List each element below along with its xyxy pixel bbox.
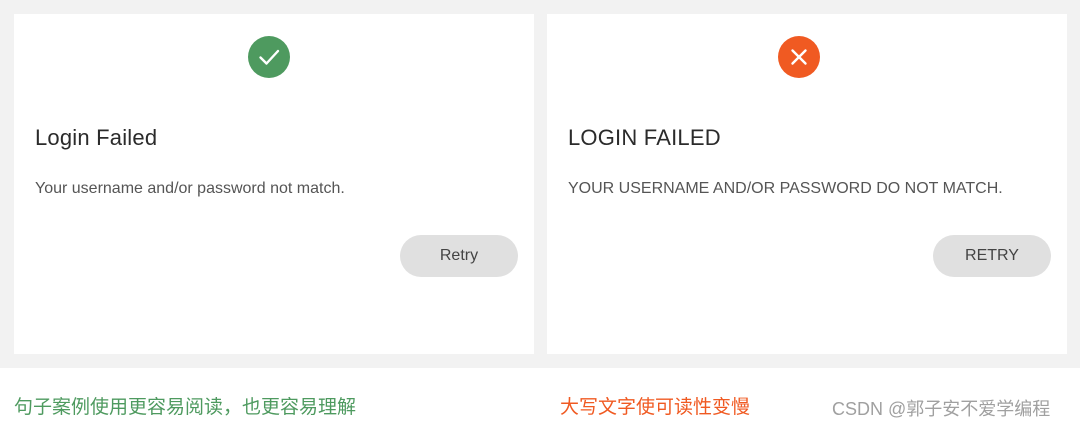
watermark: CSDN @郭子安不爱学编程 [832, 399, 1051, 419]
comparison-area: Login Failed Your username and/or passwo… [0, 0, 1080, 368]
close-icon [791, 49, 807, 65]
uppercase-caption: 大写文字使可读性变慢 [560, 397, 751, 418]
error-status-badge [778, 36, 820, 78]
card-message: Your username and/or password not match. [35, 180, 345, 197]
retry-button[interactable]: RETRY [933, 235, 1051, 277]
sentence-case-card: Login Failed Your username and/or passwo… [14, 14, 534, 354]
uppercase-card: LOGIN FAILED YOUR USERNAME AND/OR PASSWO… [547, 14, 1067, 354]
success-status-badge [248, 36, 290, 78]
card-title: Login Failed [35, 125, 158, 150]
card-message: YOUR USERNAME AND/OR PASSWORD DO NOT MAT… [568, 180, 1003, 197]
retry-button[interactable]: Retry [400, 235, 518, 277]
check-icon [259, 49, 280, 65]
sentence-case-caption: 句子案例使用更容易阅读，也更容易理解 [14, 397, 357, 418]
card-title: LOGIN FAILED [568, 125, 721, 150]
